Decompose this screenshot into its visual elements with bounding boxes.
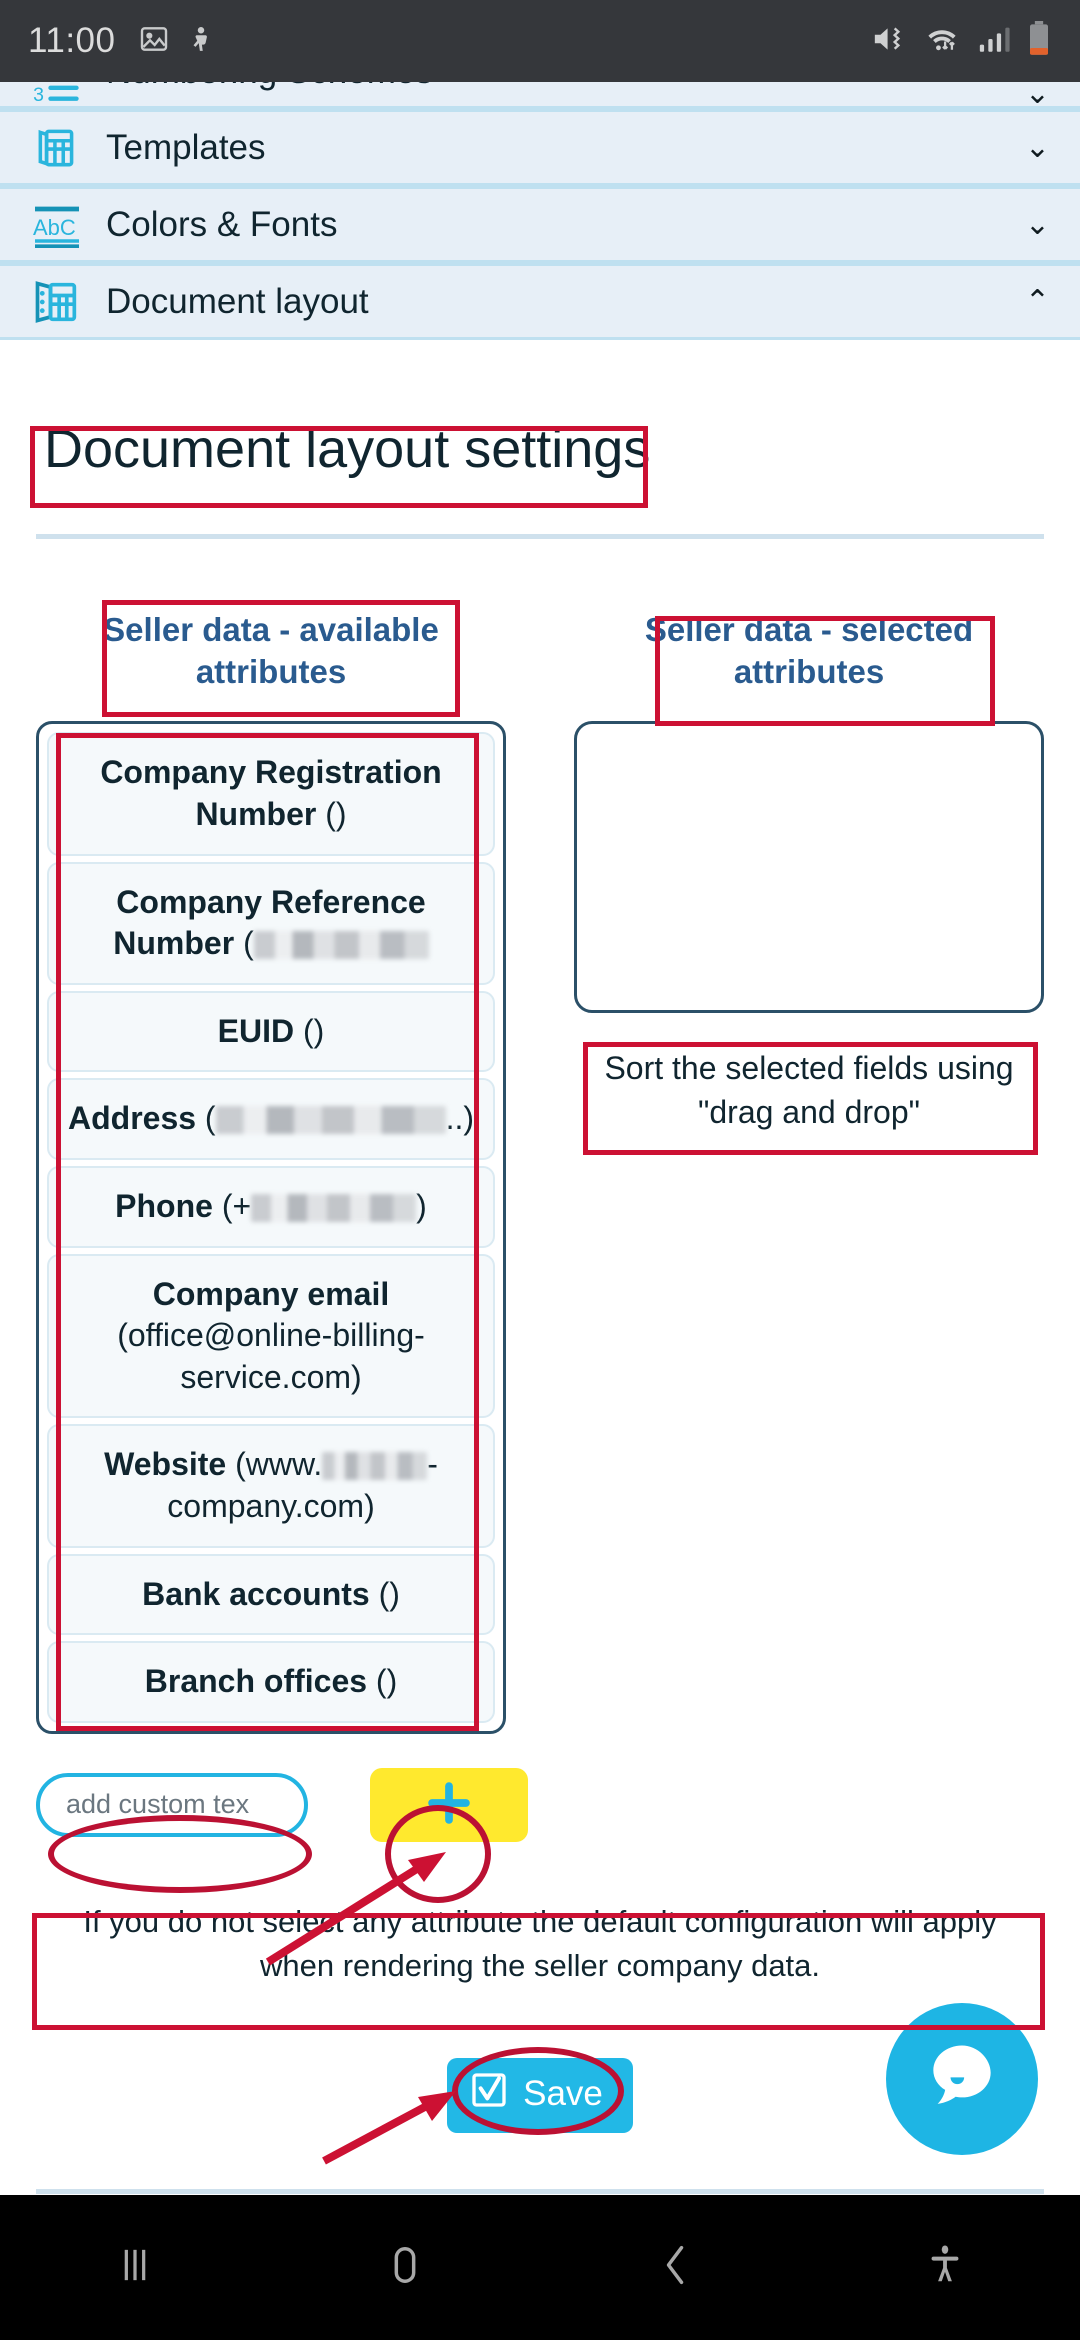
status-time: 11:00 (28, 21, 116, 60)
page-title: Document layout settings (44, 419, 651, 479)
battery-icon (1026, 20, 1052, 62)
status-right-icons (870, 20, 1052, 62)
selected-attributes-dropzone[interactable] (574, 721, 1044, 1014)
available-attribute-item[interactable]: EUID () (47, 990, 495, 1073)
nav-home-button[interactable] (270, 2239, 540, 2296)
chevron-up-icon: ⌃ (1024, 284, 1050, 318)
available-heading: Seller data - available attributes (103, 611, 439, 691)
attribute-value: (office@online-billing-service.com) (117, 1317, 425, 1395)
attribute-name: Company email (152, 1275, 390, 1312)
attribute-value: () (375, 1663, 398, 1700)
accordion-item-numbering-schemes[interactable]: 3 Numbering Schemes ⌄ (0, 82, 1080, 112)
available-attribute-item[interactable]: Address (..) (47, 1078, 495, 1161)
attribute-value: () (325, 796, 347, 833)
attribute-name: Address (67, 1100, 197, 1137)
drag-and-drop-note: Sort the selected fields using "drag and… (604, 1050, 1014, 1130)
chevron-down-icon: ⌄ (1024, 207, 1050, 241)
attribute-name: Bank accounts (142, 1575, 370, 1612)
available-column: Seller data - available attributes Compa… (36, 595, 506, 1734)
custom-text-input[interactable] (36, 1772, 308, 1837)
chevron-down-icon: ⌄ (1024, 82, 1050, 110)
templates-icon (30, 121, 84, 175)
attribute-value: ( (204, 1100, 216, 1137)
recents-icon (109, 2239, 161, 2296)
attribute-value: ( (243, 925, 254, 962)
redacted-value (215, 1106, 446, 1135)
accordion-item-document-layout[interactable]: Document layout ⌃ (0, 266, 1080, 343)
redacted-value (251, 1194, 417, 1223)
available-attribute-item[interactable]: Company Reference Number ( (47, 861, 495, 985)
home-icon (379, 2239, 431, 2296)
attribute-value: (+ (221, 1188, 252, 1225)
chat-support-button[interactable] (886, 2003, 1038, 2155)
selected-column: Seller data - selected attributes Sort t… (574, 595, 1044, 1734)
image-icon (138, 23, 170, 60)
custom-text-row (0, 1767, 1080, 1842)
accordion-label-colors-fonts: Colors & Fonts (106, 204, 338, 244)
available-attribute-item[interactable]: Phone (+) (47, 1166, 495, 1248)
system-navigation-bar (0, 2195, 1080, 2340)
accordion-label-numbering-schemes: Numbering Schemes (106, 82, 433, 92)
plus-icon (420, 1774, 478, 1835)
attribute-name: Phone (115, 1188, 213, 1225)
available-attribute-item[interactable]: Website (www. -company.com) (47, 1424, 495, 1548)
screen-root: 11:00 3 ⌄ Templates ⌄ AbC Colors & Fonts… (0, 0, 1080, 2340)
available-attribute-item[interactable]: Company Registration Number () (47, 732, 495, 856)
accordion-item-colors-fonts[interactable]: AbC Colors & Fonts ⌄ (0, 189, 1080, 266)
attributes-columns: Seller data - available attributes Compa… (0, 595, 1080, 1734)
nav-back-button[interactable] (540, 2239, 810, 2296)
page-title-wrap: Document layout settings (30, 410, 664, 490)
checkbox-check-icon (469, 2070, 509, 2119)
available-attribute-item[interactable]: Branch offices () (47, 1641, 495, 1723)
status-bar: 11:00 (0, 0, 1080, 82)
status-left-icons (138, 23, 216, 60)
nav-accessibility-button[interactable] (810, 2239, 1080, 2296)
title-divider (36, 534, 1044, 539)
save-button-label: Save (523, 2074, 603, 2114)
signal-icon (976, 22, 1012, 61)
attribute-name: Company Registration Number (100, 754, 442, 833)
attribute-name: Website (104, 1446, 227, 1483)
add-custom-text-button[interactable] (370, 1767, 528, 1842)
nav-recents-button[interactable] (0, 2239, 270, 2296)
available-attribute-item[interactable]: Bank accounts () (47, 1553, 495, 1636)
accordion-item-templates[interactable]: Templates ⌄ (0, 112, 1080, 189)
settings-accordion: 3 Numbering Schemes ⌄ Te (0, 82, 1080, 343)
attribute-value: (www. (235, 1446, 323, 1483)
default-configuration-note: If you do not select any attribute the d… (83, 1903, 997, 1983)
redacted-value (253, 931, 429, 960)
accordion-label-document-layout: Document layout (106, 281, 369, 321)
svg-text:AbC: AbC (33, 215, 76, 240)
chat-bubble-icon (919, 2034, 1005, 2125)
attribute-value: () (378, 1575, 400, 1612)
mute-vibrate-icon (870, 22, 908, 61)
abc-icon: AbC (30, 198, 84, 252)
redacted-value (322, 1452, 428, 1481)
svg-text:3: 3 (33, 84, 44, 106)
selected-heading: Seller data - selected attributes (644, 611, 974, 691)
document-layout-icon (30, 275, 84, 329)
attribute-value: () (303, 1012, 325, 1049)
numbering-icon: 3 (30, 82, 84, 106)
bottom-divider (36, 2188, 1044, 2194)
available-attribute-item[interactable]: Company email (office@online-billing-ser… (47, 1253, 495, 1419)
debug-icon (186, 23, 216, 60)
chevron-down-icon: ⌄ (1024, 130, 1050, 164)
back-icon (649, 2239, 701, 2296)
attribute-name: Branch offices (144, 1663, 368, 1700)
attribute-name: EUID (217, 1012, 295, 1049)
save-button[interactable]: Save (447, 2057, 633, 2133)
attribute-value-end: ..) (445, 1100, 475, 1137)
document-layout-panel: Document layout settings Seller data - a… (0, 340, 1080, 2194)
attribute-value-end: ) (416, 1188, 427, 1225)
accordion-label-templates: Templates (106, 127, 266, 167)
available-attributes-list[interactable]: Company Registration Number () Company Re… (36, 721, 506, 1734)
accessibility-icon (922, 2239, 968, 2296)
wifi-icon (922, 22, 962, 61)
